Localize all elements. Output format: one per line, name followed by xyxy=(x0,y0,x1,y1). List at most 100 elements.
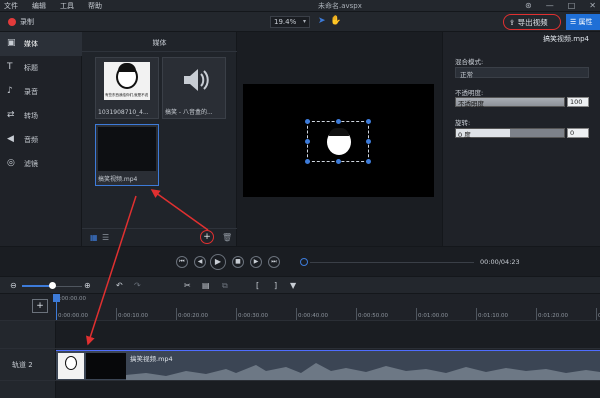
media-item-video[interactable]: 搞笑视频.mp4 xyxy=(95,124,159,186)
nav-title[interactable]: T 标题 xyxy=(0,56,82,80)
title-icon: T xyxy=(7,62,13,72)
menu-tools[interactable]: 工具 xyxy=(60,1,74,11)
transition-icon: ⇄ xyxy=(7,110,15,120)
nav-label: 滤镜 xyxy=(24,160,38,168)
opacity-input[interactable]: 100 xyxy=(567,97,589,107)
resize-handle[interactable] xyxy=(366,159,371,164)
stop-icon[interactable]: ■ xyxy=(232,256,244,268)
track-row-empty xyxy=(0,320,600,349)
export-video-button[interactable]: ⇪ 导出视频 xyxy=(503,14,561,30)
nav-label: 转场 xyxy=(24,112,38,120)
blend-mode-select[interactable]: 正常 xyxy=(455,67,589,79)
resize-handle[interactable] xyxy=(366,139,371,144)
resize-handle[interactable] xyxy=(366,119,371,124)
resize-handle[interactable] xyxy=(305,119,310,124)
zoom-in-icon[interactable]: ⊕ xyxy=(84,281,91,290)
grid-view-icon[interactable]: ▦ xyxy=(90,233,98,242)
selection-box[interactable] xyxy=(305,119,371,164)
zoom-out-icon[interactable]: ⊖ xyxy=(10,281,17,290)
speaker-icon xyxy=(184,69,209,91)
ruler-tick xyxy=(416,308,417,320)
record-button[interactable]: 录制 xyxy=(20,17,34,27)
media-item-audio[interactable]: 搞笑 - 八音盒的... xyxy=(162,57,226,119)
menu-help[interactable]: 帮助 xyxy=(88,1,102,11)
meme-thumbnail: 有些东西我给你们,就是不说 xyxy=(104,62,150,100)
ruler-tick xyxy=(176,308,177,320)
marker-icon[interactable]: ▼ xyxy=(290,281,296,290)
export-icon: ⇪ xyxy=(509,18,518,27)
progress-track[interactable] xyxy=(310,262,474,263)
media-panel: 媒体 有些东西我给你们,就是不说 1031908710_4... 搞笑 - 八音… xyxy=(82,32,237,246)
play-icon[interactable]: ▶ xyxy=(210,254,226,270)
rotate-slider[interactable]: 0 度 xyxy=(455,128,565,139)
step-back-icon[interactable]: ◀ xyxy=(194,256,206,268)
redo-icon[interactable]: ↷ xyxy=(134,281,141,290)
mark-out-icon[interactable]: ] xyxy=(274,281,277,290)
ruler-tick xyxy=(356,308,357,320)
media-item-image[interactable]: 有些东西我给你们,就是不说 1031908710_4... xyxy=(95,57,159,119)
nav-transition[interactable]: ⇄ 转场 xyxy=(0,104,82,128)
track-row-empty xyxy=(0,380,600,398)
resize-handle[interactable] xyxy=(305,159,310,164)
timeline-clip[interactable]: 搞笑视频.mp4 xyxy=(56,350,600,381)
nav-audio[interactable]: ◀ 音频 xyxy=(0,128,82,152)
list-view-icon[interactable]: ☰ xyxy=(102,233,109,242)
left-nav: ▣ 媒体 T 标题 ♪ 录音 ⇄ 转场 ◀ 音频 ◎ 滤镜 xyxy=(0,32,82,246)
progress-thumb[interactable] xyxy=(300,258,308,266)
ruler-tick-label: 0:01:20.00 xyxy=(538,313,568,319)
ruler-tick-label: 0:00:10.00 xyxy=(118,313,148,319)
cut-icon[interactable]: ✂ xyxy=(184,281,191,290)
copy-icon[interactable]: ⧉ xyxy=(222,281,228,291)
audio-waveform xyxy=(126,363,600,381)
nav-record-audio[interactable]: ♪ 录音 xyxy=(0,80,82,104)
nav-media[interactable]: ▣ 媒体 xyxy=(0,32,82,56)
maximize-icon[interactable]: □ xyxy=(568,1,576,10)
ruler-tick xyxy=(596,308,597,320)
ruler-tick-label: 0:00:50.00 xyxy=(358,313,388,319)
minimize-icon[interactable]: — xyxy=(546,1,554,10)
skip-end-icon[interactable]: ⏭ xyxy=(268,256,280,268)
nav-label: 标题 xyxy=(24,64,38,72)
zoom-slider-thumb[interactable] xyxy=(49,282,56,289)
ruler-tick xyxy=(476,308,477,320)
close-icon[interactable]: ✕ xyxy=(589,1,596,10)
hand-tool-icon[interactable]: ✋ xyxy=(330,16,341,26)
ruler-tick xyxy=(296,308,297,320)
media-caption: 搞笑视频.mp4 xyxy=(98,176,138,183)
rotate-input[interactable]: 0 xyxy=(567,128,589,138)
mark-in-icon[interactable]: [ xyxy=(256,281,259,290)
step-forward-icon[interactable]: ▶ xyxy=(250,256,262,268)
record-icon[interactable] xyxy=(8,18,16,26)
skip-start-icon[interactable]: ⏮ xyxy=(176,256,188,268)
opacity-slider[interactable]: 不透明度 xyxy=(455,97,565,108)
add-track-button[interactable]: + xyxy=(32,299,48,313)
add-media-button[interactable]: + xyxy=(200,230,214,244)
account-icon[interactable]: ⊛ xyxy=(525,1,532,10)
zoom-slider-fill xyxy=(22,285,50,287)
timeline-ruler[interactable]: + 0:00:00.00 0:00:00.00 0:00:10.00 0:00:20… xyxy=(0,294,600,320)
ruler-tick xyxy=(536,308,537,320)
nav-filter[interactable]: ◎ 滤镜 xyxy=(0,152,82,176)
main-toolbar: 录制 19.4% ▾ ➤ ✋ ⇪ 导出视频 ☰ 属性 xyxy=(0,12,600,32)
trash-icon[interactable]: 🗑 xyxy=(222,233,232,242)
export-label: 导出视频 xyxy=(517,18,548,27)
save-icon[interactable]: ▤ xyxy=(202,281,210,290)
ruler-tick-label: 0:01:10.00 xyxy=(478,313,508,319)
properties-button[interactable]: ☰ 属性 xyxy=(566,14,600,30)
transport-bar: ⏮ ◀ ▶ ■ ▶ ⏭ 00:00/04:23 xyxy=(0,246,600,276)
ruler-tick-label: 0:00:30.00 xyxy=(238,313,268,319)
playhead-handle[interactable] xyxy=(53,294,60,302)
pointer-tool-icon[interactable]: ➤ xyxy=(318,16,326,26)
resize-handle[interactable] xyxy=(336,119,341,124)
menu-bar: 文件 编辑 工具 帮助 xyxy=(4,1,102,11)
nav-label: 录音 xyxy=(24,88,38,96)
resize-handle[interactable] xyxy=(305,139,310,144)
undo-icon[interactable]: ↶ xyxy=(116,281,123,290)
preview-canvas[interactable] xyxy=(243,84,434,197)
resize-handle[interactable] xyxy=(336,159,341,164)
chevron-down-icon[interactable]: ▾ xyxy=(303,18,306,25)
clip-frame xyxy=(86,353,126,379)
menu-file[interactable]: 文件 xyxy=(4,1,18,11)
menu-edit[interactable]: 编辑 xyxy=(32,1,46,11)
ruler-tick-label: 0:00:40.00 xyxy=(298,313,328,319)
